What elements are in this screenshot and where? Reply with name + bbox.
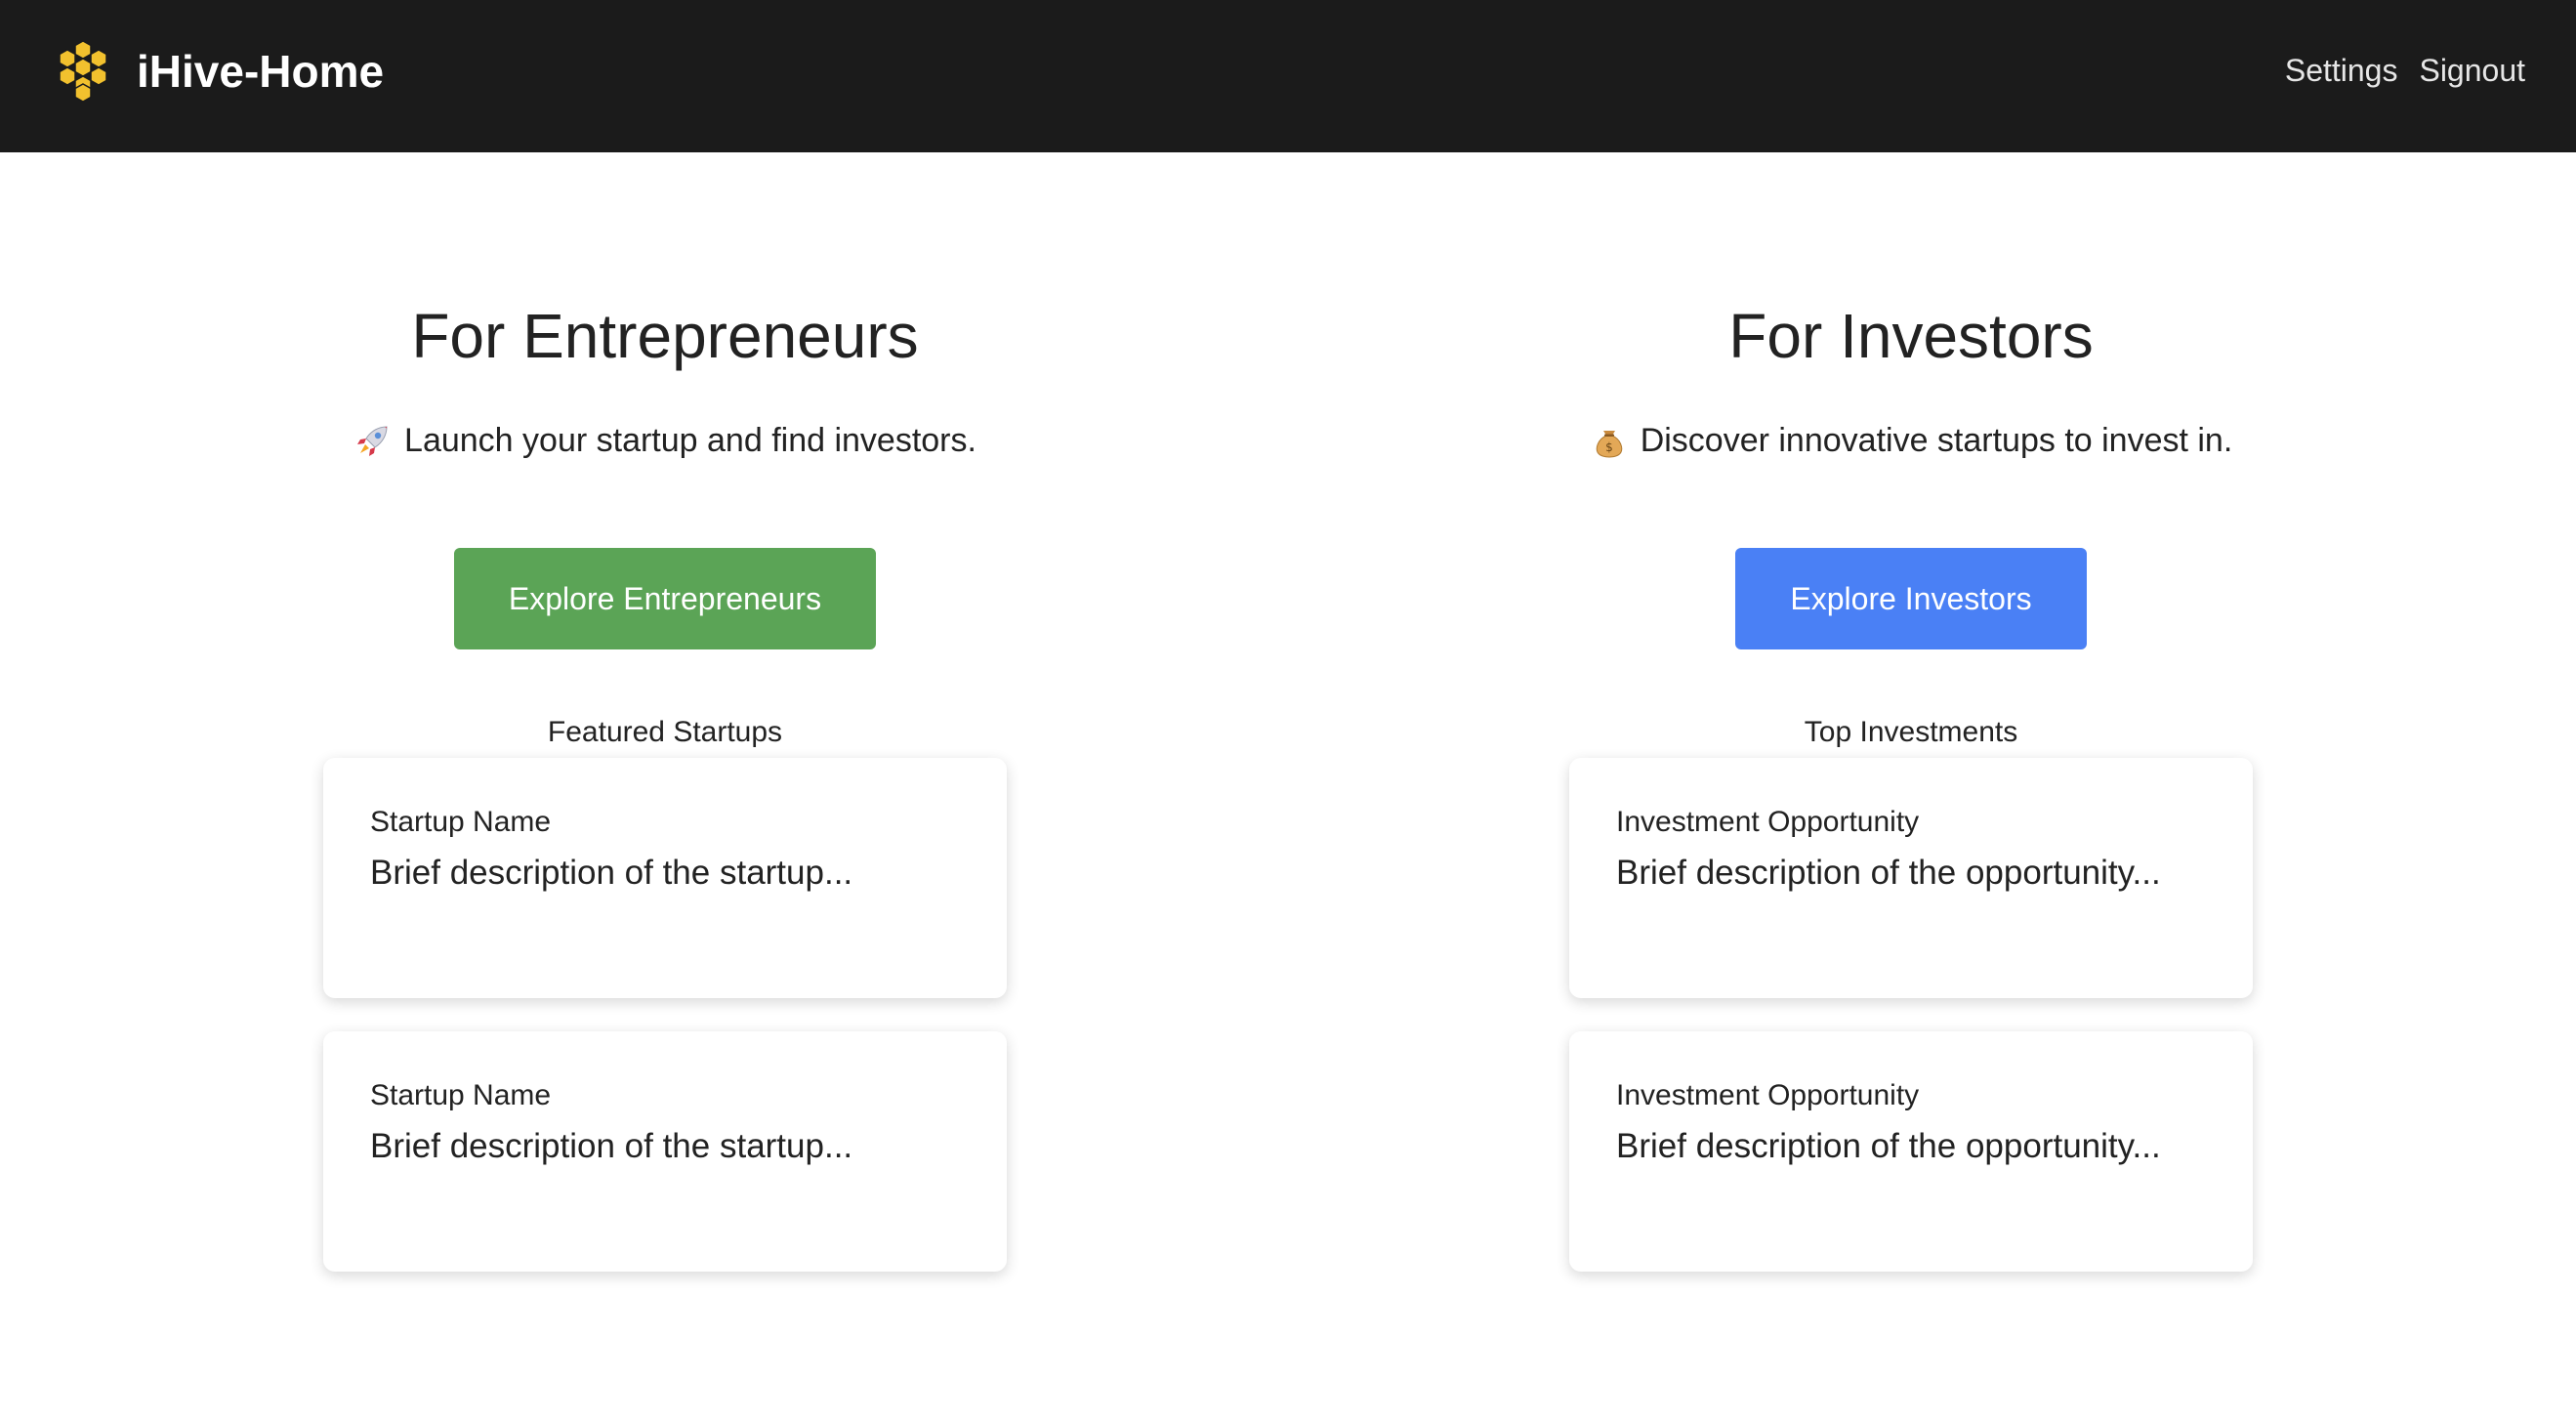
startup-card[interactable]: Startup Name Brief description of the st… (323, 758, 1007, 998)
brand[interactable]: iHive-Home (49, 37, 384, 105)
card-title: Startup Name (370, 1079, 552, 1111)
card-title: Investment Opportunity (1616, 806, 1920, 838)
header-nav: Settings Signout (2285, 43, 2525, 98)
explore-entrepreneurs-button[interactable]: Explore Entrepreneurs (454, 548, 876, 649)
card-description: Brief description of the startup... (370, 854, 853, 892)
rocket-icon (357, 426, 388, 456)
settings-link[interactable]: Settings (2285, 43, 2398, 98)
card-description: Brief description of the opportunity... (1616, 854, 2161, 892)
investment-card[interactable]: Investment Opportunity Brief description… (1569, 758, 2253, 998)
investors-title: For Investors (1728, 301, 2094, 371)
entrepreneurs-tagline: Launch your startup and find investors. (177, 416, 1153, 465)
card-title: Startup Name (370, 806, 552, 838)
investment-card[interactable]: Investment Opportunity Brief description… (1569, 1031, 2253, 1272)
card-description: Brief description of the startup... (370, 1127, 853, 1165)
top-navbar: iHive-Home Settings Signout (0, 0, 2576, 152)
app-title: iHive-Home (137, 46, 385, 97)
investors-tagline-text: Discover innovative startups to invest i… (1640, 422, 2233, 459)
card-title: Investment Opportunity (1616, 1079, 1920, 1111)
explore-investors-button[interactable]: Explore Investors (1735, 548, 2087, 649)
card-description: Brief description of the opportunity... (1616, 1127, 2161, 1165)
top-investments-label: Top Investments (1804, 716, 2018, 748)
honeycomb-icon (59, 40, 107, 103)
svg-text:$: $ (1605, 440, 1613, 454)
investors-tagline: $ Discover innovative startups to invest… (1423, 416, 2399, 465)
entrepreneurs-tagline-text: Launch your startup and find investors. (404, 422, 976, 459)
startup-card[interactable]: Startup Name Brief description of the st… (323, 1031, 1007, 1272)
money-bag-icon: $ (1596, 431, 1622, 458)
signout-link[interactable]: Signout (2419, 43, 2525, 98)
entrepreneurs-title: For Entrepreneurs (411, 301, 919, 371)
featured-startups-label: Featured Startups (547, 716, 783, 748)
